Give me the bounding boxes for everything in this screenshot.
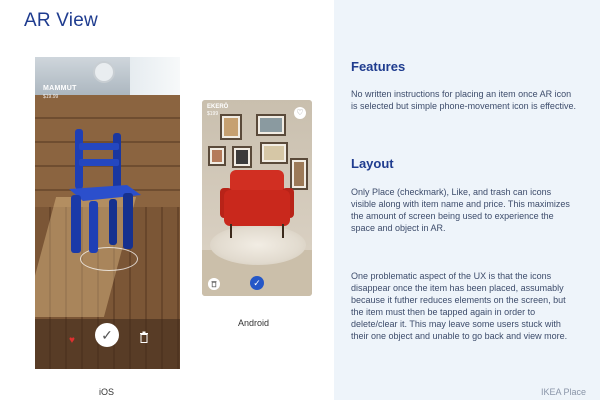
ios-product-name: MAMMUT <box>43 85 77 92</box>
wall-frame <box>232 146 252 168</box>
footer-brand: IKEA Place <box>540 387 586 397</box>
features-heading: Features <box>351 59 406 74</box>
trash-icon[interactable] <box>139 331 149 343</box>
ios-window <box>130 57 180 97</box>
armchair-leg <box>230 224 232 238</box>
checkmark-icon[interactable]: ✓ <box>95 323 119 347</box>
wall-frame <box>220 114 242 140</box>
checkmark-icon[interactable]: ✓ <box>250 276 264 290</box>
ios-product-price: $19.99 <box>43 94 59 100</box>
wall-frame <box>260 142 288 164</box>
wall-frame <box>256 114 286 136</box>
layout-paragraph-1: Only Place (checkmark), Like, and trash … <box>351 187 570 233</box>
wall-frame <box>290 158 308 190</box>
ios-lamp <box>93 61 115 83</box>
heart-icon[interactable]: ♡ <box>294 107 306 119</box>
trash-icon[interactable] <box>208 278 220 290</box>
slide-title: AR View <box>24 10 98 31</box>
wall-frame <box>208 146 226 166</box>
android-caption: Android <box>238 318 270 328</box>
heart-icon[interactable]: ♥ <box>69 336 79 346</box>
android-product-price: $199 <box>207 111 219 117</box>
ios-chair-model[interactable] <box>65 129 145 259</box>
android-screenshot: EKERÖ $199 ♡ ✓ <box>202 100 312 296</box>
armchair-leg <box>282 224 284 238</box>
ios-caption: iOS <box>99 387 115 397</box>
features-text: No written instructions for placing an i… <box>351 89 576 111</box>
android-rug <box>210 225 306 265</box>
armchair-seat <box>224 190 290 226</box>
android-product-name: EKERÖ <box>207 104 229 110</box>
layout-heading: Layout <box>351 156 394 171</box>
ios-screenshot: MAMMUT $19.99 ♥ ✓ <box>35 57 180 369</box>
layout-paragraph-2: One problematic aspect of the UX is that… <box>351 271 568 341</box>
